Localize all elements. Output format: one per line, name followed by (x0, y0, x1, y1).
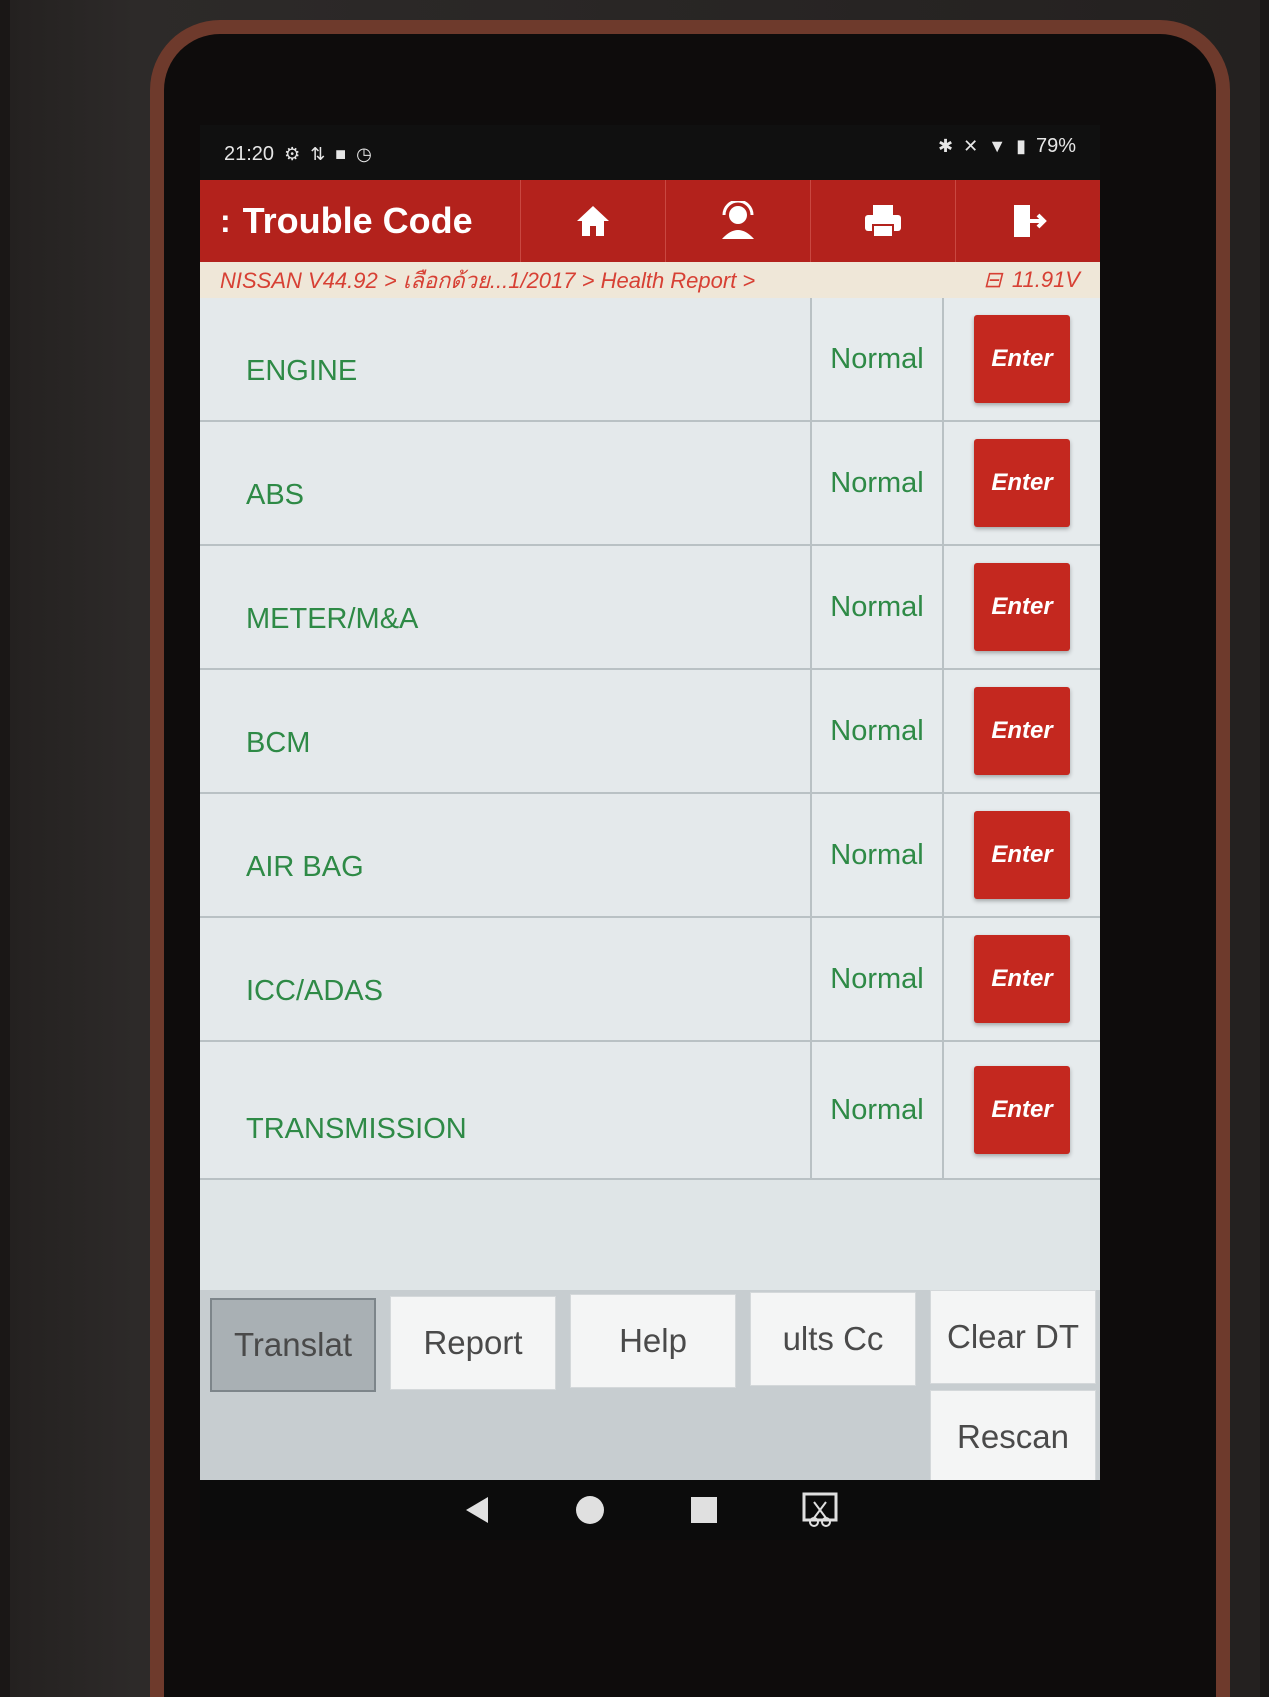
battery-icon: ▮ (1016, 136, 1026, 156)
translate-button[interactable]: Translat (210, 1298, 376, 1392)
support-button[interactable] (665, 180, 810, 262)
clock-notification-icon: ◷ (356, 144, 372, 164)
print-button[interactable] (810, 180, 955, 262)
table-row: AIR BAG Normal Enter (200, 794, 1100, 918)
system-status: Normal (812, 546, 944, 668)
android-nav-bar (200, 1480, 1100, 1540)
system-name: ABS (200, 422, 812, 544)
enter-cell: Enter (944, 422, 1100, 544)
battery-voltage: 11.91V (1011, 267, 1080, 292)
enter-cell: Enter (944, 670, 1100, 792)
table-row: ABS Normal Enter (200, 422, 1100, 546)
image-notification-icon: ■ (335, 144, 347, 164)
enter-button-airbag[interactable]: Enter (974, 811, 1070, 899)
system-status: Normal (812, 794, 944, 916)
home-button[interactable] (520, 180, 665, 262)
title-area: : Trouble Code (200, 180, 520, 262)
results-button[interactable]: ults Cc (750, 1292, 916, 1386)
enter-button-abs[interactable]: Enter (974, 439, 1070, 527)
settings-notification-icon: ⚙ (284, 144, 301, 164)
enter-button-bcm[interactable]: Enter (974, 687, 1070, 775)
rescan-button[interactable]: Rescan (930, 1390, 1096, 1484)
table-row: ICC/ADAS Normal Enter (200, 918, 1100, 1042)
status-bar: 21:20 ⚙ ⇅ ■ ◷ ✱ ✕ ▼ ▮ 79% (200, 125, 1100, 180)
system-status: Normal (812, 422, 944, 544)
report-button[interactable]: Report (390, 1296, 556, 1390)
enter-button-engine[interactable]: Enter (974, 315, 1070, 403)
home-icon (577, 206, 609, 236)
enter-button-transmission[interactable]: Enter (974, 1066, 1070, 1154)
system-status: Normal (812, 298, 944, 420)
system-list: ENGINE Normal Enter ABS Normal Enter MET… (200, 298, 1100, 1290)
enter-cell: Enter (944, 1042, 1100, 1178)
breadcrumb: NISSAN V44.92 > เลือกด้วย...1/2017 > Hea… (200, 262, 1100, 298)
mute-icon: ✕ (963, 136, 979, 156)
wifi-icon: ▼ (988, 136, 1007, 156)
back-icon[interactable]: : (220, 203, 231, 240)
system-status: Normal (812, 918, 944, 1040)
enter-button-icc-adas[interactable]: Enter (974, 935, 1070, 1023)
back-nav-icon[interactable] (460, 1493, 494, 1527)
enter-cell: Enter (944, 298, 1100, 420)
system-status: Normal (812, 1042, 944, 1178)
exit-icon (1014, 205, 1047, 237)
support-icon (722, 201, 754, 239)
enter-cell: Enter (944, 546, 1100, 668)
enter-button-meter[interactable]: Enter (974, 563, 1070, 651)
table-row: TRANSMISSION Normal Enter (200, 1042, 1100, 1180)
system-name: TRANSMISSION (200, 1042, 812, 1178)
recents-nav-icon[interactable] (687, 1493, 721, 1527)
exit-button[interactable] (955, 180, 1100, 262)
status-time: 21:20 (224, 143, 275, 165)
system-name: ICC/ADAS (200, 918, 812, 1040)
system-name: ENGINE (200, 298, 812, 420)
system-name: METER/M&A (200, 546, 812, 668)
table-row: METER/M&A Normal Enter (200, 546, 1100, 670)
data-notification-icon: ⇅ (310, 144, 326, 164)
action-panel: Translat Report Help ults Cc Clear DT Re… (200, 1290, 1100, 1484)
screenshot-icon[interactable] (800, 1490, 840, 1530)
table-row: ENGINE Normal Enter (200, 298, 1100, 422)
car-battery-icon: ⊟ (983, 267, 1002, 292)
screen: 21:20 ⚙ ⇅ ■ ◷ ✱ ✕ ▼ ▮ 79% : Trouble Code (200, 125, 1100, 1540)
system-status: Normal (812, 670, 944, 792)
home-nav-icon[interactable] (573, 1493, 607, 1527)
table-row: BCM Normal Enter (200, 670, 1100, 794)
clear-dtc-button[interactable]: Clear DT (930, 1290, 1096, 1384)
system-name: BCM (200, 670, 812, 792)
enter-cell: Enter (944, 794, 1100, 916)
title-bar: : Trouble Code (200, 180, 1100, 262)
print-icon (865, 205, 901, 238)
breadcrumb-path: NISSAN V44.92 > เลือกด้วย...1/2017 > Hea… (220, 267, 756, 293)
enter-cell: Enter (944, 918, 1100, 1040)
help-button[interactable]: Help (570, 1294, 736, 1388)
system-name: AIR BAG (200, 794, 812, 916)
page-title: Trouble Code (242, 200, 473, 241)
bluetooth-icon: ✱ (938, 136, 954, 156)
battery-percent: 79% (1035, 135, 1076, 157)
